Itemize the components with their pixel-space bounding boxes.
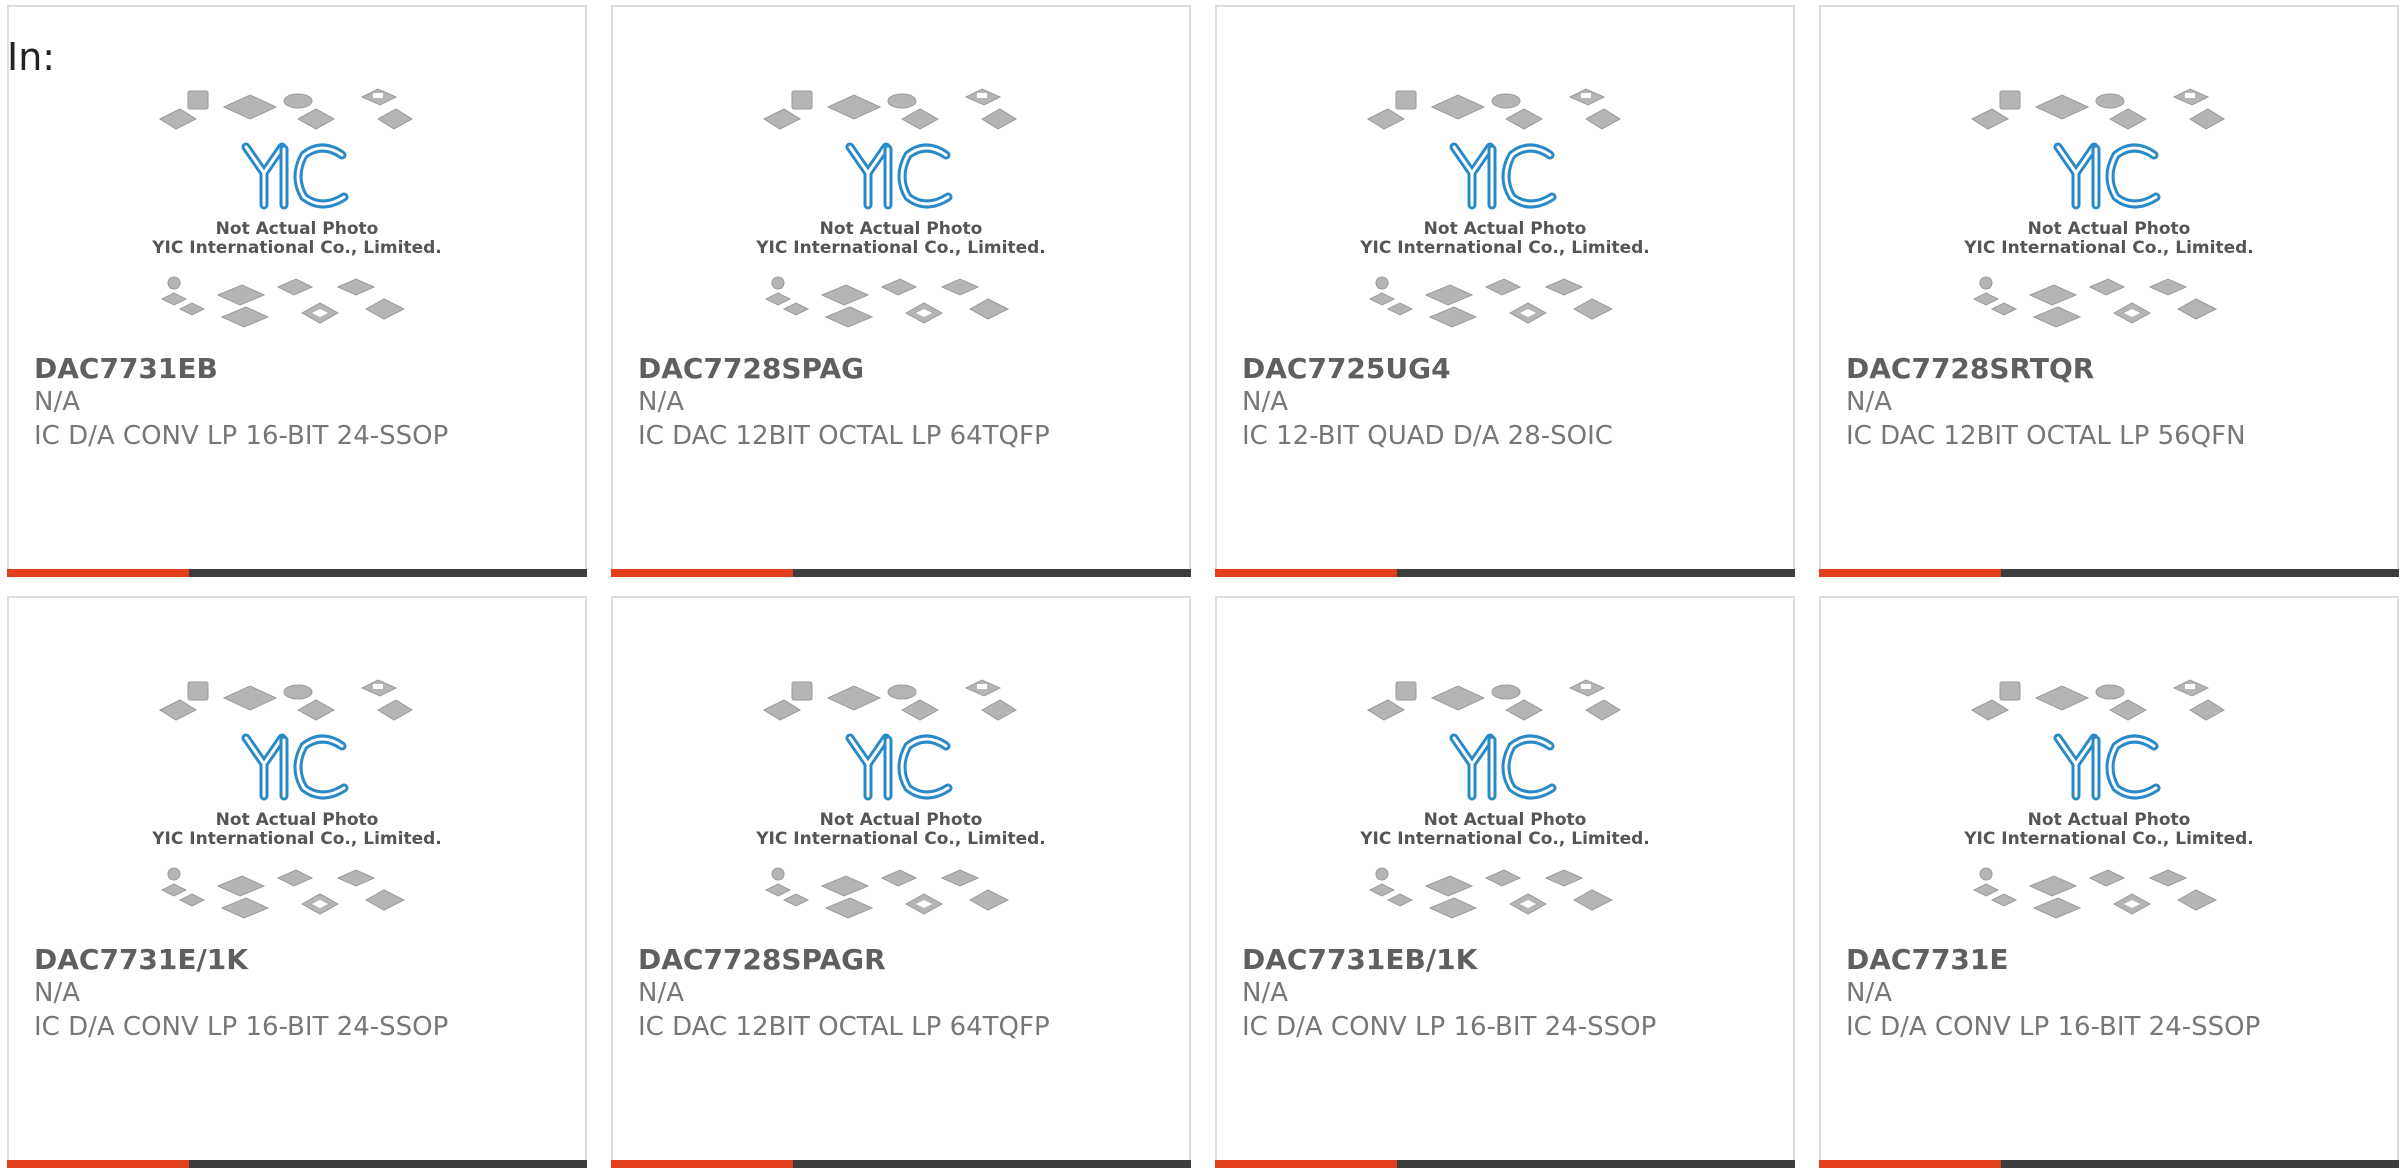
part-number[interactable]: DAC7731EB: [34, 352, 218, 385]
part-number[interactable]: DAC7728SRTQR: [1846, 352, 2094, 385]
card-accent-bar: [1215, 1160, 1397, 1168]
product-card[interactable]: Not Actual Photo YIC International Co., …: [7, 596, 587, 1168]
photo-caption-line1: Not Actual Photo: [820, 810, 983, 830]
product-card[interactable]: Not Actual Photo YIC International Co., …: [611, 596, 1191, 1168]
manufacturer: N/A: [1242, 387, 1288, 417]
yic-logo: [2053, 142, 2161, 210]
photo-caption-line2: YIC International Co., Limited.: [756, 238, 1046, 258]
card-accent-bar: [7, 1160, 189, 1168]
part-number[interactable]: DAC7728SPAG: [638, 352, 864, 385]
product-card[interactable]: Not Actual Photo YIC International Co., …: [1819, 596, 2399, 1168]
card-accent-bar: [611, 1160, 793, 1168]
description: IC D/A CONV LP 16-BIT 24-SSOP: [34, 1012, 449, 1042]
manufacturer: N/A: [638, 978, 684, 1008]
description: IC D/A CONV LP 16-BIT 24-SSOP: [1846, 1012, 2261, 1042]
product-photo[interactable]: Not Actual Photo YIC International Co., …: [1821, 87, 2397, 337]
part-number[interactable]: DAC7731E/1K: [34, 943, 248, 976]
product-photo[interactable]: Not Actual Photo YIC International Co., …: [613, 678, 1189, 928]
description: IC DAC 12BIT OCTAL LP 64TQFP: [638, 421, 1050, 451]
yic-logo: [845, 142, 953, 210]
product-photo[interactable]: Not Actual Photo YIC International Co., …: [1217, 678, 1793, 928]
card-bottom-bar: [7, 1160, 587, 1168]
card-accent-bar: [1215, 569, 1397, 577]
product-photo[interactable]: Not Actual Photo YIC International Co., …: [9, 678, 585, 928]
description: IC D/A CONV LP 16-BIT 24-SSOP: [34, 421, 449, 451]
photo-caption-line1: Not Actual Photo: [216, 219, 379, 239]
description: IC DAC 12BIT OCTAL LP 56QFN: [1846, 421, 2246, 451]
manufacturer: N/A: [638, 387, 684, 417]
photo-caption-line2: YIC International Co., Limited.: [152, 238, 442, 258]
page-label: In:: [7, 35, 56, 79]
photo-caption-line1: Not Actual Photo: [2028, 810, 2191, 830]
photo-caption-line2: YIC International Co., Limited.: [1360, 238, 1650, 258]
part-number[interactable]: DAC7725UG4: [1242, 352, 1451, 385]
manufacturer: N/A: [1242, 978, 1288, 1008]
card-accent-bar: [611, 569, 793, 577]
product-card[interactable]: Not Actual Photo YIC International Co., …: [1215, 5, 1795, 577]
chip-placeholder-icon: Not Actual Photo YIC International Co., …: [152, 679, 442, 919]
photo-caption-line2: YIC International Co., Limited.: [1964, 238, 2254, 258]
chip-placeholder-icon: Not Actual Photo YIC International Co., …: [756, 679, 1046, 919]
photo-caption-line1: Not Actual Photo: [216, 810, 379, 830]
product-card[interactable]: Not Actual Photo YIC International Co., …: [7, 5, 587, 577]
yic-logo: [241, 733, 349, 801]
chip-placeholder-icon: Not Actual Photo YIC International Co., …: [1964, 88, 2254, 328]
yic-logo: [2053, 733, 2161, 801]
yic-logo: [1449, 733, 1557, 801]
card-bottom-bar: [1819, 569, 2399, 577]
yic-logo: [845, 733, 953, 801]
chip-placeholder-icon: Not Actual Photo YIC International Co., …: [152, 88, 442, 328]
description: IC DAC 12BIT OCTAL LP 64TQFP: [638, 1012, 1050, 1042]
card-bottom-bar: [1215, 569, 1795, 577]
photo-caption-line1: Not Actual Photo: [820, 219, 983, 239]
card-accent-bar: [7, 569, 189, 577]
product-photo[interactable]: Not Actual Photo YIC International Co., …: [1217, 87, 1793, 337]
card-bottom-bar: [1819, 1160, 2399, 1168]
photo-caption-line2: YIC International Co., Limited.: [756, 829, 1046, 849]
product-grid: Not Actual Photo YIC International Co., …: [7, 5, 2400, 1168]
manufacturer: N/A: [1846, 978, 1892, 1008]
card-bottom-bar: [1215, 1160, 1795, 1168]
part-number[interactable]: DAC7731E: [1846, 943, 2009, 976]
chip-placeholder-icon: Not Actual Photo YIC International Co., …: [756, 88, 1046, 328]
chip-placeholder-icon: Not Actual Photo YIC International Co., …: [1964, 679, 2254, 919]
photo-caption-line1: Not Actual Photo: [2028, 219, 2191, 239]
manufacturer: N/A: [34, 978, 80, 1008]
product-photo[interactable]: Not Actual Photo YIC International Co., …: [9, 87, 585, 337]
photo-caption-line2: YIC International Co., Limited.: [1360, 829, 1650, 849]
card-bottom-bar: [611, 1160, 1191, 1168]
manufacturer: N/A: [1846, 387, 1892, 417]
product-card[interactable]: Not Actual Photo YIC International Co., …: [611, 5, 1191, 577]
photo-caption-line1: Not Actual Photo: [1424, 219, 1587, 239]
product-card[interactable]: Not Actual Photo YIC International Co., …: [1819, 5, 2399, 577]
description: IC 12-BIT QUAD D/A 28-SOIC: [1242, 421, 1613, 451]
yic-logo: [241, 142, 349, 210]
chip-placeholder-icon: Not Actual Photo YIC International Co., …: [1360, 88, 1650, 328]
product-photo[interactable]: Not Actual Photo YIC International Co., …: [613, 87, 1189, 337]
card-bottom-bar: [7, 569, 587, 577]
photo-caption-line2: YIC International Co., Limited.: [1964, 829, 2254, 849]
card-accent-bar: [1819, 1160, 2001, 1168]
photo-caption-line2: YIC International Co., Limited.: [152, 829, 442, 849]
part-number[interactable]: DAC7731EB/1K: [1242, 943, 1477, 976]
card-bottom-bar: [611, 569, 1191, 577]
part-number[interactable]: DAC7728SPAGR: [638, 943, 886, 976]
yic-logo: [1449, 142, 1557, 210]
chip-placeholder-icon: Not Actual Photo YIC International Co., …: [1360, 679, 1650, 919]
description: IC D/A CONV LP 16-BIT 24-SSOP: [1242, 1012, 1657, 1042]
card-accent-bar: [1819, 569, 2001, 577]
manufacturer: N/A: [34, 387, 80, 417]
product-photo[interactable]: Not Actual Photo YIC International Co., …: [1821, 678, 2397, 928]
product-card[interactable]: Not Actual Photo YIC International Co., …: [1215, 596, 1795, 1168]
photo-caption-line1: Not Actual Photo: [1424, 810, 1587, 830]
